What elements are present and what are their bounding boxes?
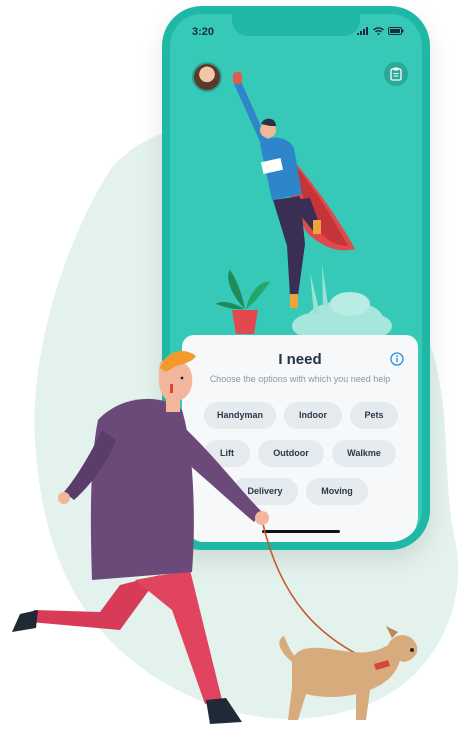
option-walkme[interactable]: Walkme — [332, 440, 396, 467]
user-avatar[interactable] — [192, 62, 222, 92]
wifi-icon — [373, 27, 384, 35]
option-indoor[interactable]: Indoor — [284, 402, 342, 429]
status-time: 3:20 — [192, 26, 215, 38]
option-lift[interactable]: Lift — [204, 440, 250, 467]
battery-icon — [388, 27, 404, 35]
phone-screen: 3:20 I need Choose the options with whic… — [170, 14, 422, 542]
clipboard-button[interactable] — [384, 62, 408, 86]
option-pets[interactable]: Pets — [350, 402, 398, 429]
card-title: I need — [278, 351, 322, 368]
card-subtitle: Choose the options with which you need h… — [209, 374, 391, 384]
option-outdoor[interactable]: Outdoor — [258, 440, 324, 467]
options-card: I need Choose the options with which you… — [182, 335, 418, 542]
info-icon[interactable] — [390, 352, 404, 366]
signal-icon — [357, 27, 368, 35]
option-moving[interactable]: Moving — [306, 478, 368, 505]
phone-notch — [232, 14, 360, 36]
clipboard-icon — [390, 67, 402, 81]
option-handyman[interactable]: Handyman — [204, 402, 276, 429]
option-delivery[interactable]: Delivery — [232, 478, 298, 505]
home-indicator — [262, 530, 340, 533]
status-icons — [357, 27, 404, 35]
phone-device: 3:20 I need Choose the options with whic… — [162, 6, 430, 550]
